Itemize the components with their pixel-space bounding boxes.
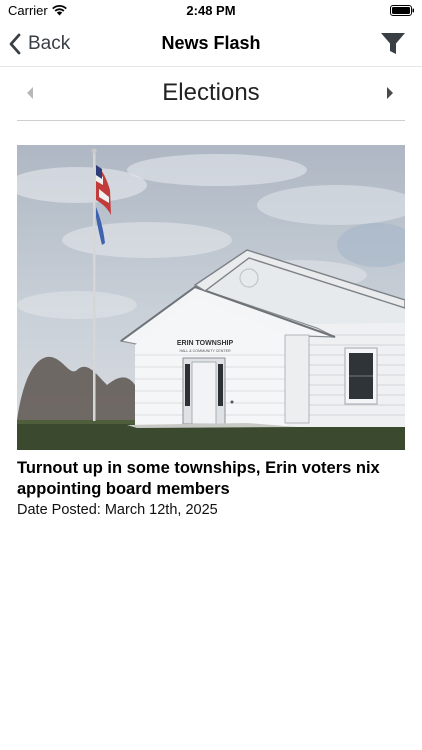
news-article-card[interactable]: ERIN TOWNSHIP HALL & COMMUNITY CENTER Tu… xyxy=(17,145,405,518)
triangle-right-icon[interactable] xyxy=(385,86,395,100)
category-selector: Elections xyxy=(17,66,405,121)
battery-icon xyxy=(390,5,414,16)
article-title: Turnout up in some townships, Erin voter… xyxy=(17,459,380,498)
page-title: News Flash xyxy=(161,33,261,53)
article-date: Date Posted: March 12th, 2025 xyxy=(17,502,218,518)
article-image: ERIN TOWNSHIP HALL & COMMUNITY CENTER xyxy=(17,145,405,450)
navigation-bar: Back News Flash xyxy=(0,22,422,67)
filter-icon[interactable] xyxy=(380,32,406,56)
building-sign-text: ERIN TOWNSHIP xyxy=(177,340,234,347)
category-label: Elections xyxy=(162,79,260,106)
status-bar: Carrier 2:48 PM xyxy=(0,0,422,22)
clock: 2:48 PM xyxy=(186,3,236,18)
building-sign-subtext: HALL & COMMUNITY CENTER xyxy=(179,349,231,353)
